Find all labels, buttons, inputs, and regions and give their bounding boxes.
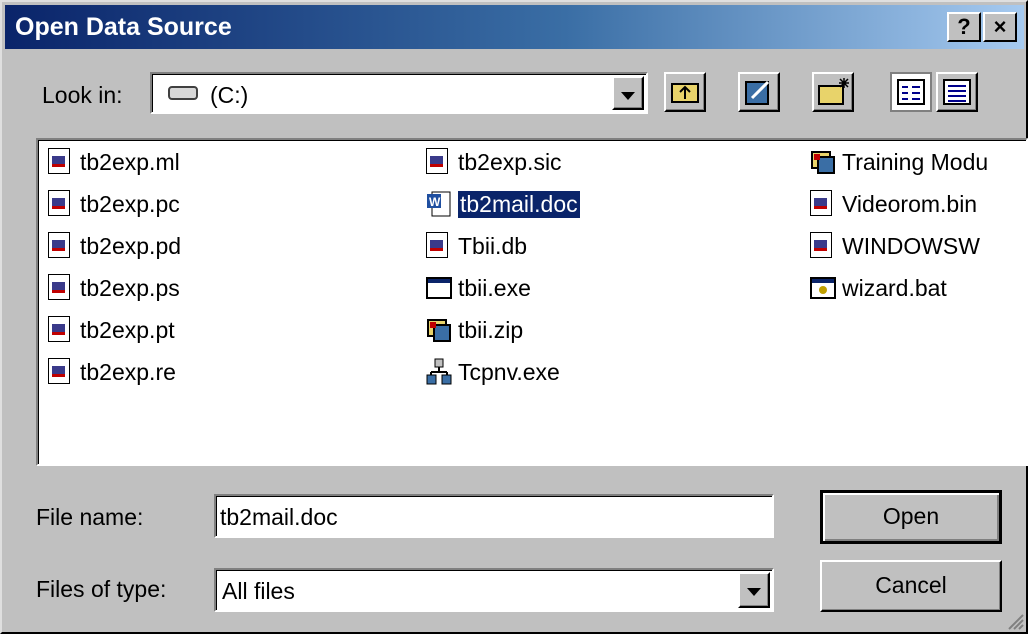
document-icon [48, 358, 74, 386]
file-name-label: tb2exp.pc [80, 190, 180, 217]
chevron-down-icon [621, 92, 635, 100]
file-name-label: tb2exp.re [80, 358, 176, 385]
file-item[interactable]: tbii.zip [426, 312, 523, 348]
document-icon [48, 232, 74, 260]
file-name-label: File name: [36, 504, 144, 530]
document-icon [48, 148, 74, 176]
file-name-label: wizard.bat [842, 274, 947, 301]
look-in-label: Look in: [42, 82, 123, 108]
file-item[interactable]: tb2exp.ml [48, 144, 180, 180]
file-item[interactable]: wizard.bat [810, 270, 947, 306]
files-of-type-combobox[interactable]: All files [214, 568, 774, 612]
favorites-button[interactable] [738, 72, 780, 112]
file-name-label: tbii.exe [458, 274, 531, 301]
file-name-label: Videorom.bin [842, 190, 978, 217]
look-in-value: (C:) [210, 82, 249, 108]
file-item[interactable]: Wtb2mail.doc [426, 186, 581, 222]
close-button[interactable]: × [983, 12, 1017, 42]
file-item[interactable]: Tcpnv.exe [426, 354, 560, 390]
open-button-label: Open [882, 503, 940, 529]
document-icon [426, 232, 452, 260]
files-of-type-label: Files of type: [36, 576, 167, 602]
file-name-label: tb2exp.ps [80, 274, 180, 301]
document-icon [810, 232, 836, 260]
resize-grip-icon[interactable] [1004, 610, 1024, 630]
word-document-icon: W [426, 190, 452, 218]
details-view-button[interactable] [936, 72, 978, 112]
file-item[interactable]: tb2exp.pc [48, 186, 180, 222]
open-button[interactable]: Open [820, 490, 1002, 544]
file-name-label: WINDOWSW [842, 232, 980, 259]
file-name-label: tb2mail.doc [457, 189, 581, 219]
file-name-label: Training Modu [842, 148, 989, 175]
file-name-value: tb2mail.doc [220, 504, 338, 530]
batch-file-icon [810, 274, 836, 302]
chevron-down-icon [747, 588, 761, 596]
file-name-label: tb2exp.sic [458, 148, 562, 175]
file-name-label: tb2exp.pt [80, 316, 175, 343]
archive-icon [810, 148, 836, 176]
new-folder-button[interactable] [812, 72, 854, 112]
document-icon [426, 148, 452, 176]
look-in-dropdown-button[interactable] [612, 76, 644, 110]
list-view-icon [897, 79, 925, 105]
file-name-field[interactable]: tb2mail.doc [214, 494, 774, 538]
file-item[interactable]: tbii.exe [426, 270, 531, 306]
document-icon [810, 190, 836, 218]
file-item[interactable]: tb2exp.sic [426, 144, 562, 180]
archive-icon [426, 316, 452, 344]
file-name-label: Tbii.db [458, 232, 528, 259]
cancel-button[interactable]: Cancel [820, 560, 1002, 612]
file-item[interactable]: Training Modu [810, 144, 988, 180]
look-in-combobox[interactable]: (C:) [150, 72, 648, 114]
new-folder-icon [818, 78, 849, 105]
file-item[interactable]: Tbii.db [426, 228, 527, 264]
application-icon [426, 274, 452, 302]
network-icon [426, 358, 452, 386]
file-item[interactable]: WINDOWSW [810, 228, 980, 264]
file-item[interactable]: tb2exp.re [48, 354, 176, 390]
file-list[interactable]: tb2exp.ml tb2exp.pc tb2exp.pd tb2exp.ps tb2e… [36, 138, 1028, 466]
list-view-button[interactable] [890, 72, 932, 112]
file-name-label: Tcpnv.exe [458, 358, 560, 385]
drive-icon [168, 86, 198, 100]
svg-text:W: W [429, 195, 441, 209]
file-item[interactable]: tb2exp.ps [48, 270, 180, 306]
open-data-source-dialog: Open Data Source ? × Look in: (C:) tb2ex… [0, 0, 1028, 634]
title-bar[interactable]: Open Data Source ? × [5, 5, 1024, 49]
window-title: Open Data Source [15, 13, 232, 41]
favorites-icon [745, 80, 770, 105]
details-view-icon [943, 79, 971, 105]
file-item[interactable]: tb2exp.pt [48, 312, 175, 348]
document-icon [48, 316, 74, 344]
file-item[interactable]: tb2exp.pd [48, 228, 181, 264]
folder-up-icon [671, 83, 699, 103]
files-of-type-value: All files [222, 578, 295, 604]
files-of-type-dropdown-button[interactable] [738, 572, 770, 608]
document-icon [48, 274, 74, 302]
cancel-button-label: Cancel [875, 572, 947, 598]
file-name-label: tb2exp.ml [80, 148, 180, 175]
document-icon [48, 190, 74, 218]
help-button[interactable]: ? [947, 12, 981, 42]
file-name-label: tbii.zip [458, 316, 524, 343]
file-item[interactable]: Videorom.bin [810, 186, 977, 222]
up-one-level-button[interactable] [664, 72, 706, 112]
file-name-label: tb2exp.pd [80, 232, 182, 259]
